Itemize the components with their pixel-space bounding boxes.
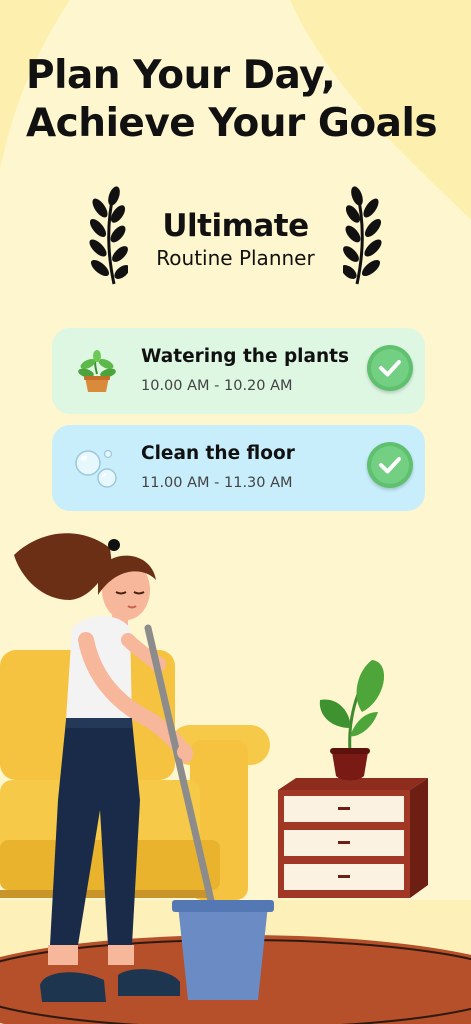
headline-line-1: Plan Your Day, (26, 53, 336, 98)
checkmark-icon[interactable] (367, 345, 413, 391)
task-time: 10.00 AM - 10.20 AM (141, 378, 293, 394)
task-time: 11.00 AM - 11.30 AM (141, 475, 293, 491)
award-badge: Ultimate Routine Planner (80, 186, 391, 286)
drawer-cabinet-icon (278, 778, 428, 898)
promo-screen: Plan Your Day, Achieve Your Goals Ultima… (0, 0, 471, 1024)
task-title: Clean the floor (141, 443, 295, 464)
task-title: Watering the plants (141, 346, 350, 367)
task-card-clean-floor[interactable]: Clean the floor 11.00 AM - 11.30 AM (52, 425, 425, 511)
laurel-right-icon (343, 186, 382, 285)
woman-mopping-illustration (0, 533, 471, 1024)
potted-plant-icon (78, 350, 116, 392)
bubbles-icon (75, 449, 117, 488)
headline: Plan Your Day, Achieve Your Goals (26, 52, 466, 148)
plant-icon (319, 660, 385, 781)
checkmark-icon[interactable] (367, 442, 413, 488)
task-card-watering[interactable]: Watering the plants 10.00 AM - 10.20 AM (52, 328, 425, 414)
headline-line-2: Achieve Your Goals (26, 101, 438, 146)
